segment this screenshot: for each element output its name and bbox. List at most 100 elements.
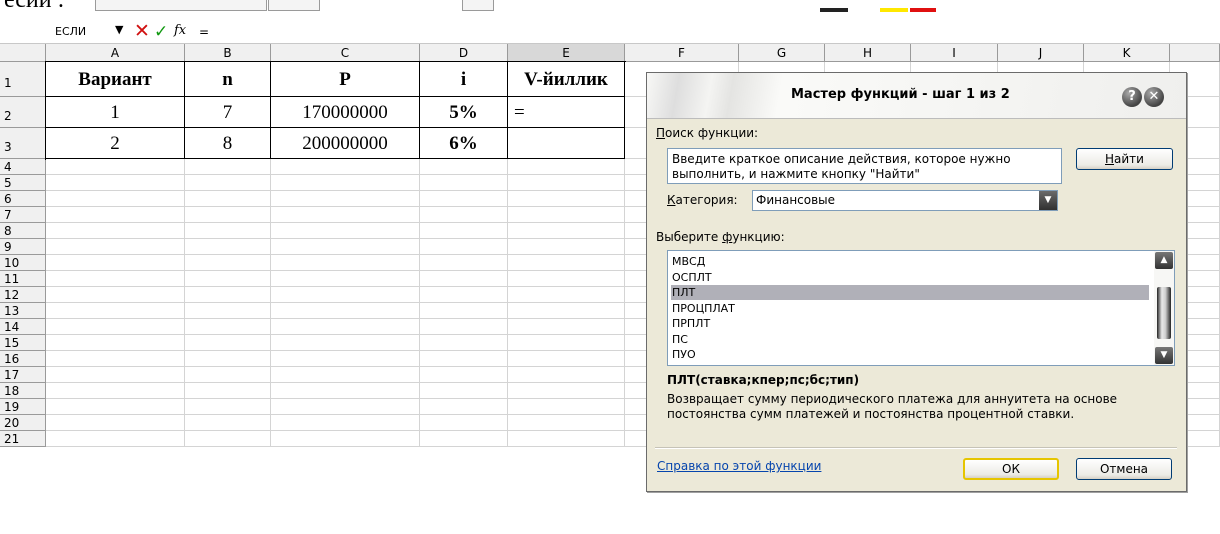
cell[interactable]	[185, 223, 271, 239]
cell[interactable]	[420, 399, 508, 415]
select-all-corner[interactable]	[0, 44, 46, 62]
cell[interactable]	[420, 207, 508, 223]
cell[interactable]	[271, 255, 420, 271]
row-header-11[interactable]: 11	[0, 271, 46, 287]
cell[interactable]	[185, 175, 271, 191]
function-list-item[interactable]: ПРПЛТ	[671, 316, 1149, 331]
cell[interactable]	[185, 367, 271, 383]
chevron-down-icon[interactable]: ▼	[1039, 191, 1057, 210]
cell[interactable]	[46, 383, 185, 399]
scroll-down-icon[interactable]: ▼	[1155, 347, 1173, 364]
table-cell[interactable]: 200000000	[271, 128, 420, 159]
cell[interactable]	[271, 223, 420, 239]
column-header-i[interactable]: I	[911, 44, 998, 62]
cell[interactable]	[271, 399, 420, 415]
cell[interactable]	[185, 351, 271, 367]
cell[interactable]	[271, 335, 420, 351]
cell[interactable]	[271, 175, 420, 191]
row-header-21[interactable]: 21	[0, 431, 46, 447]
row-header-6[interactable]: 6	[0, 191, 46, 207]
cell[interactable]	[185, 383, 271, 399]
row-header-5[interactable]: 5	[0, 175, 46, 191]
cell[interactable]	[271, 159, 420, 175]
cell[interactable]	[508, 239, 625, 255]
column-header-k[interactable]: K	[1084, 44, 1170, 62]
cell[interactable]	[420, 319, 508, 335]
cell[interactable]	[46, 255, 185, 271]
chevron-down-icon[interactable]: ▼	[115, 23, 123, 36]
row-header-8[interactable]: 8	[0, 223, 46, 239]
cell[interactable]	[46, 431, 185, 447]
cell[interactable]	[508, 223, 625, 239]
cell[interactable]	[271, 351, 420, 367]
close-icon[interactable]: ✕	[1144, 87, 1164, 107]
table-header-cell[interactable]: n	[185, 62, 271, 97]
cell[interactable]	[185, 415, 271, 431]
cell[interactable]	[420, 303, 508, 319]
cell[interactable]	[46, 207, 185, 223]
cell[interactable]	[46, 239, 185, 255]
cell[interactable]	[185, 255, 271, 271]
cell[interactable]	[271, 367, 420, 383]
cell[interactable]	[46, 367, 185, 383]
find-button[interactable]: Найти	[1076, 148, 1173, 170]
cell[interactable]	[271, 271, 420, 287]
cell[interactable]	[46, 351, 185, 367]
table-cell[interactable]: 2	[46, 128, 185, 159]
cell[interactable]	[508, 367, 625, 383]
cell[interactable]	[420, 175, 508, 191]
table-header-cell[interactable]: V-йиллик	[508, 62, 625, 97]
cell[interactable]	[46, 271, 185, 287]
cell[interactable]	[508, 431, 625, 447]
cell[interactable]	[271, 287, 420, 303]
cell[interactable]	[508, 303, 625, 319]
cell[interactable]	[271, 303, 420, 319]
row-header-20[interactable]: 20	[0, 415, 46, 431]
table-header-cell[interactable]: i	[420, 62, 508, 97]
name-box[interactable]: ЕСЛИ	[55, 25, 86, 38]
function-help-link[interactable]: Справка по этой функции	[657, 459, 821, 473]
ok-button[interactable]: ОК	[963, 458, 1059, 480]
cell[interactable]	[46, 287, 185, 303]
function-list-item[interactable]: ПУО	[671, 347, 1149, 362]
row-header-2[interactable]: 2	[0, 97, 46, 128]
row-header-12[interactable]: 12	[0, 287, 46, 303]
table-cell[interactable]: 8	[185, 128, 271, 159]
cell[interactable]	[271, 383, 420, 399]
enter-icon[interactable]: ✓	[154, 21, 168, 43]
cell[interactable]	[271, 415, 420, 431]
column-header-c[interactable]: C	[271, 44, 420, 62]
cell[interactable]	[420, 367, 508, 383]
table-cell[interactable]: 5%	[420, 97, 508, 128]
row-header-10[interactable]: 10	[0, 255, 46, 271]
cell[interactable]	[508, 191, 625, 207]
function-list-item[interactable]: ПЛТ	[671, 285, 1149, 300]
cell[interactable]	[508, 335, 625, 351]
help-icon[interactable]: ?	[1122, 87, 1142, 107]
formula-input[interactable]: =	[199, 25, 209, 39]
cell[interactable]	[185, 239, 271, 255]
cell[interactable]	[420, 191, 508, 207]
cell[interactable]	[46, 303, 185, 319]
column-header-e[interactable]: E	[508, 44, 625, 62]
cell[interactable]	[508, 159, 625, 175]
table-header-cell[interactable]: Вариант	[46, 62, 185, 97]
column-header-h[interactable]: H	[825, 44, 911, 62]
column-header-j[interactable]: J	[998, 44, 1084, 62]
row-header-13[interactable]: 13	[0, 303, 46, 319]
cell[interactable]	[46, 399, 185, 415]
cell[interactable]	[46, 223, 185, 239]
cell[interactable]	[508, 255, 625, 271]
cell[interactable]	[420, 271, 508, 287]
cell[interactable]	[420, 255, 508, 271]
cell[interactable]	[271, 207, 420, 223]
cell[interactable]	[46, 335, 185, 351]
cell[interactable]	[185, 319, 271, 335]
category-select[interactable]: Финансовые ▼	[752, 190, 1058, 211]
cell[interactable]	[271, 431, 420, 447]
cancel-button[interactable]: Отмена	[1076, 458, 1172, 480]
cell[interactable]	[420, 287, 508, 303]
cell[interactable]	[420, 431, 508, 447]
cell[interactable]	[185, 335, 271, 351]
function-list-item[interactable]: ПС	[671, 332, 1149, 347]
